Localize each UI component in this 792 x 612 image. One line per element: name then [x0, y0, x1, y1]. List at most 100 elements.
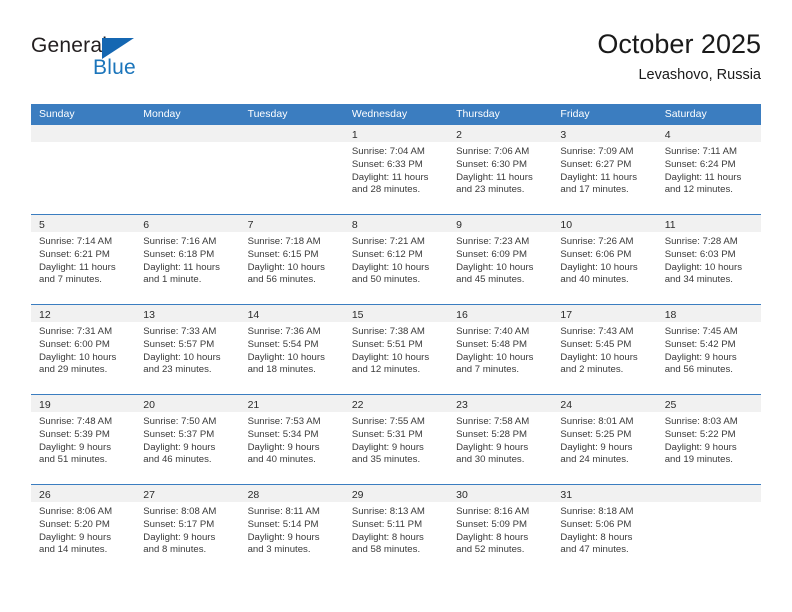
- sunset-text: Sunset: 5:39 PM: [39, 428, 110, 440]
- sunrise-text: Sunrise: 7:53 AM: [247, 416, 321, 427]
- sunrise-text: Sunrise: 7:33 AM: [143, 326, 217, 337]
- daylight-text-line2: and 45 minutes.: [456, 274, 525, 286]
- day-details: Sunrise: 7:26 AM Sunset: 6:06 PM Dayligh…: [552, 232, 656, 287]
- sunrise-text: Sunrise: 7:50 AM: [143, 416, 217, 427]
- day-cell[interactable]: 20 Sunrise: 7:50 AM Sunset: 5:37 PM Dayl…: [135, 395, 240, 484]
- sunset-text: Sunset: 6:21 PM: [39, 248, 110, 260]
- day-cell[interactable]: 24 Sunrise: 8:01 AM Sunset: 5:25 PM Dayl…: [552, 395, 657, 484]
- day-cell[interactable]: 26 Sunrise: 8:06 AM Sunset: 5:20 PM Dayl…: [31, 485, 136, 574]
- daylight-text-line1: Daylight: 9 hours: [351, 441, 424, 453]
- day-details: Sunrise: 7:09 AM Sunset: 6:27 PM Dayligh…: [552, 142, 656, 197]
- sunrise-text: Sunrise: 7:43 AM: [560, 326, 634, 337]
- day-cell[interactable]: 14 Sunrise: 7:36 AM Sunset: 5:54 PM Dayl…: [239, 305, 344, 394]
- daylight-text-line1: Daylight: 8 hours: [456, 531, 529, 543]
- day-cell[interactable]: 7 Sunrise: 7:18 AM Sunset: 6:15 PM Dayli…: [239, 215, 344, 304]
- day-cell[interactable]: 30 Sunrise: 8:16 AM Sunset: 5:09 PM Dayl…: [448, 485, 553, 574]
- sunrise-text: Sunrise: 7:09 AM: [560, 146, 634, 157]
- day-details: Sunrise: 7:04 AM Sunset: 6:33 PM Dayligh…: [344, 142, 448, 197]
- day-cell[interactable]: 8 Sunrise: 7:21 AM Sunset: 6:12 PM Dayli…: [343, 215, 449, 304]
- day-cell[interactable]: 4 Sunrise: 7:11 AM Sunset: 6:24 PM Dayli…: [656, 125, 761, 214]
- sunset-text: Sunset: 5:57 PM: [143, 338, 215, 350]
- daylight-text-line1: Daylight: 9 hours: [664, 351, 737, 363]
- day-cell[interactable]: 15 Sunrise: 7:38 AM Sunset: 5:51 PM Dayl…: [343, 305, 449, 394]
- sunrise-text: Sunrise: 7:55 AM: [351, 416, 425, 427]
- week-row: 1 Sunrise: 7:04 AM Sunset: 6:33 PM Dayli…: [31, 124, 761, 214]
- daylight-text-line2: and 35 minutes.: [351, 454, 421, 466]
- day-details: Sunrise: 8:01 AM Sunset: 5:25 PM Dayligh…: [552, 412, 656, 467]
- day-cell[interactable]: 27 Sunrise: 8:08 AM Sunset: 5:17 PM Dayl…: [135, 485, 240, 574]
- day-number-band: [135, 125, 240, 142]
- day-details: Sunrise: 7:50 AM Sunset: 5:37 PM Dayligh…: [135, 412, 239, 467]
- day-cell[interactable]: 29 Sunrise: 8:13 AM Sunset: 5:11 PM Dayl…: [343, 485, 449, 574]
- day-cell[interactable]: 31 Sunrise: 8:18 AM Sunset: 5:06 PM Dayl…: [552, 485, 657, 574]
- day-cell[interactable]: 19 Sunrise: 7:48 AM Sunset: 5:39 PM Dayl…: [31, 395, 136, 484]
- day-cell[interactable]: 16 Sunrise: 7:40 AM Sunset: 5:48 PM Dayl…: [448, 305, 553, 394]
- day-cell[interactable]: 23 Sunrise: 7:58 AM Sunset: 5:28 PM Dayl…: [448, 395, 553, 484]
- day-cell[interactable]: 10 Sunrise: 7:26 AM Sunset: 6:06 PM Dayl…: [552, 215, 657, 304]
- day-number-band: 26: [31, 485, 136, 502]
- daylight-text-line2: and 28 minutes.: [351, 184, 421, 196]
- page-subtitle-location: Levashovo, Russia: [638, 67, 761, 83]
- day-cell[interactable]: 12 Sunrise: 7:31 AM Sunset: 6:00 PM Dayl…: [31, 305, 136, 394]
- day-cell[interactable]: [135, 125, 240, 214]
- day-details: Sunrise: 7:43 AM Sunset: 5:45 PM Dayligh…: [552, 322, 656, 377]
- sunset-text: Sunset: 6:18 PM: [143, 248, 215, 260]
- day-number-band: 23: [448, 395, 553, 412]
- day-cell[interactable]: 5 Sunrise: 7:14 AM Sunset: 6:21 PM Dayli…: [31, 215, 136, 304]
- daylight-text-line2: and 56 minutes.: [247, 274, 316, 286]
- sunset-text: Sunset: 5:31 PM: [351, 428, 423, 440]
- week-row: 12 Sunrise: 7:31 AM Sunset: 6:00 PM Dayl…: [31, 304, 761, 394]
- daylight-text-line1: Daylight: 10 hours: [351, 351, 430, 363]
- day-cell[interactable]: [239, 125, 344, 214]
- day-number: 5: [39, 219, 45, 231]
- day-cell[interactable]: 18 Sunrise: 7:45 AM Sunset: 5:42 PM Dayl…: [656, 305, 761, 394]
- sunset-text: Sunset: 6:15 PM: [247, 248, 319, 260]
- day-number-band: 1: [343, 125, 449, 142]
- daylight-text-line2: and 7 minutes.: [39, 274, 102, 286]
- day-cell[interactable]: 2 Sunrise: 7:06 AM Sunset: 6:30 PM Dayli…: [448, 125, 553, 214]
- daylight-text-line2: and 51 minutes.: [39, 454, 108, 466]
- day-cell[interactable]: 11 Sunrise: 7:28 AM Sunset: 6:03 PM Dayl…: [656, 215, 761, 304]
- day-cell[interactable]: 13 Sunrise: 7:33 AM Sunset: 5:57 PM Dayl…: [135, 305, 240, 394]
- day-cell[interactable]: 6 Sunrise: 7:16 AM Sunset: 6:18 PM Dayli…: [135, 215, 240, 304]
- day-cell[interactable]: 3 Sunrise: 7:09 AM Sunset: 6:27 PM Dayli…: [552, 125, 657, 214]
- sunrise-text: Sunrise: 8:13 AM: [351, 506, 425, 517]
- day-cell[interactable]: 1 Sunrise: 7:04 AM Sunset: 6:33 PM Dayli…: [343, 125, 449, 214]
- daylight-text-line1: Daylight: 9 hours: [39, 441, 111, 453]
- sunset-text: Sunset: 5:42 PM: [664, 338, 736, 350]
- daylight-text-line1: Daylight: 9 hours: [664, 441, 737, 453]
- day-number: 1: [351, 129, 358, 141]
- daylight-text-line2: and 8 minutes.: [143, 544, 207, 556]
- day-cell[interactable]: 21 Sunrise: 7:53 AM Sunset: 5:34 PM Dayl…: [239, 395, 344, 484]
- title-block: October 2025 Levashovo, Russia: [597, 28, 761, 85]
- weekday-header-sunday: Sunday: [39, 108, 75, 120]
- day-cell[interactable]: [31, 125, 136, 214]
- day-number: 26: [39, 489, 51, 501]
- day-cell[interactable]: 25 Sunrise: 8:03 AM Sunset: 5:22 PM Dayl…: [656, 395, 761, 484]
- daylight-text-line2: and 46 minutes.: [143, 454, 212, 466]
- day-number-band: 31: [552, 485, 657, 502]
- day-number: 14: [247, 309, 260, 321]
- daylight-text-line1: Daylight: 11 hours: [39, 261, 116, 273]
- day-details: Sunrise: 7:45 AM Sunset: 5:42 PM Dayligh…: [657, 322, 761, 377]
- daylight-text-line1: Daylight: 9 hours: [456, 441, 529, 453]
- daylight-text-line1: Daylight: 10 hours: [664, 261, 743, 273]
- day-cell[interactable]: [656, 485, 761, 574]
- day-number-band: 5: [31, 215, 136, 232]
- day-cell[interactable]: 17 Sunrise: 7:43 AM Sunset: 5:45 PM Dayl…: [552, 305, 657, 394]
- weekday-header-monday: Monday: [143, 108, 181, 120]
- sunset-text: Sunset: 5:22 PM: [664, 428, 736, 440]
- sunrise-text: Sunrise: 7:16 AM: [143, 236, 217, 247]
- sunset-text: Sunset: 6:12 PM: [351, 248, 423, 260]
- day-number-band: 20: [135, 395, 240, 412]
- weekday-header-thursday: Thursday: [456, 108, 500, 120]
- day-cell[interactable]: 9 Sunrise: 7:23 AM Sunset: 6:09 PM Dayli…: [448, 215, 553, 304]
- day-number-band: 21: [239, 395, 344, 412]
- week-row: 19 Sunrise: 7:48 AM Sunset: 5:39 PM Dayl…: [31, 394, 761, 484]
- day-details: Sunrise: 7:40 AM Sunset: 5:48 PM Dayligh…: [448, 322, 552, 377]
- day-cell[interactable]: 28 Sunrise: 8:11 AM Sunset: 5:14 PM Dayl…: [239, 485, 344, 574]
- day-cell[interactable]: 22 Sunrise: 7:55 AM Sunset: 5:31 PM Dayl…: [343, 395, 449, 484]
- daylight-text-line1: Daylight: 10 hours: [456, 351, 534, 363]
- day-number-band: 6: [135, 215, 240, 232]
- sunset-text: Sunset: 5:48 PM: [456, 338, 528, 350]
